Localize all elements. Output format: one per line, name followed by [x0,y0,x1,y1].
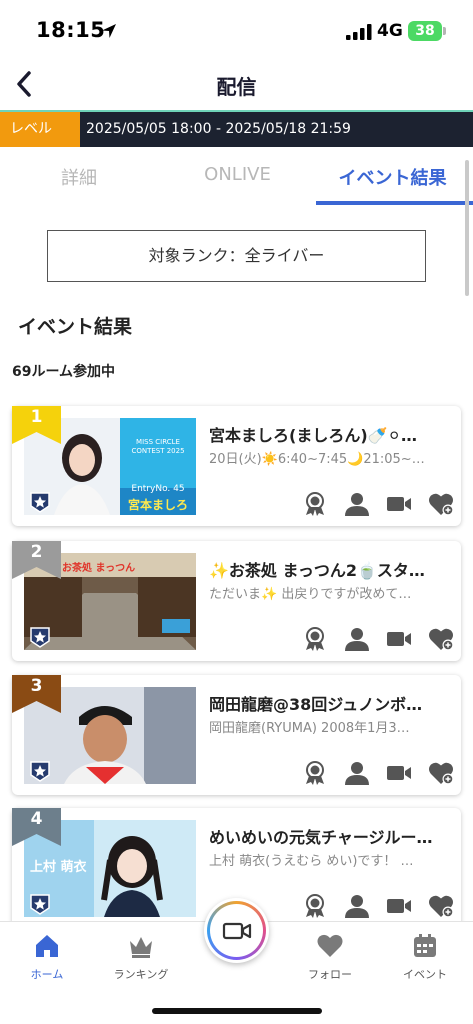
star-badge-icon [30,894,50,915]
crown-icon [130,937,152,958]
tab-event-label: イベント [403,968,447,981]
video-icon[interactable] [386,491,412,517]
video-icon[interactable] [386,893,412,919]
thumb-entry-no: EntryNo. 45 [131,484,185,494]
rank-badge: 2 [12,541,61,579]
calendar-icon [414,934,436,957]
card-actions [302,626,457,652]
tab-home[interactable]: ホーム [7,932,87,982]
video-icon[interactable] [386,760,412,786]
tab-detail[interactable]: 詳細 [34,164,124,190]
result-card[interactable]: 3 岡田龍磨@38回ジュノンボ… 岡田龍磨(RYUMA) 2008年1月3… [12,675,461,795]
rank-number: 3 [30,676,43,696]
card-actions [302,760,457,786]
room-title: めいめいの元気チャージルー… [209,828,433,847]
camera-icon [222,922,252,940]
rank-badge: 3 [12,675,61,713]
go-live-button[interactable] [204,898,269,963]
award-icon[interactable] [302,491,328,517]
network-type: 4G [377,21,403,41]
battery-icon: 38 [408,21,442,41]
app-header: 配信 [0,60,473,110]
star-badge-icon [30,492,50,513]
signal-icon [346,24,372,40]
room-description: 20日(火)☀️6:40~7:45🌙21:05~… [209,452,425,467]
active-tab-indicator [316,201,473,205]
star-badge-icon [30,627,50,648]
tab-event[interactable]: イベント [385,932,465,982]
rank-number: 4 [30,809,43,829]
profile-icon[interactable] [344,626,370,652]
room-description: 上村 萌衣(うえむら めい)です！ … [209,854,414,869]
page-title: 配信 [216,75,257,99]
thumb-caption: お茶処 まっつん [62,563,136,574]
participant-count: 69ルーム参加中 [12,364,116,380]
home-indicator [152,1008,322,1014]
rank-number: 1 [30,407,43,427]
level-label: レベル [0,112,80,147]
follow-heart-icon[interactable] [428,491,454,517]
rank-badge: 1 [12,406,61,444]
thumb-contest-text: MISS CIRCLE CONTEST 2025 [131,438,185,455]
home-icon [36,935,58,957]
result-card[interactable]: MISS CIRCLE CONTEST 2025 EntryNo. 45 宮本ま… [12,406,461,526]
go-live-inner [210,904,263,957]
rank-number: 2 [30,542,43,562]
follow-heart-icon[interactable] [428,760,454,786]
follow-heart-icon[interactable] [428,893,454,919]
status-time: 18:15 [36,18,106,42]
event-period-bar: レベル 2025/05/05 18:00 - 2025/05/18 21:59 [0,110,473,147]
rank-filter-select[interactable]: 対象ランク：全ライバー [47,230,426,282]
tab-follow-label: フォロー [308,968,352,981]
event-period: 2025/05/05 18:00 - 2025/05/18 21:59 [86,121,351,137]
star-badge-icon [30,761,50,782]
room-title: ✨お茶処 まっつん2🍵スタ… [209,561,425,580]
tab-ranking[interactable]: ランキング [101,932,181,982]
award-icon[interactable] [302,760,328,786]
status-bar: 18:15 4G 38 [0,0,473,60]
tab-follow[interactable]: フォロー [290,932,370,982]
tab-event-result[interactable]: イベント結果 [320,164,465,190]
award-icon[interactable] [302,626,328,652]
rank-badge: 4 [12,808,61,846]
battery-tip [443,27,446,35]
content-tabs: 詳細 ONLIVE イベント結果 [0,150,473,206]
room-title: 宮本ましろ(ましろん)🍼⚪… [209,426,417,445]
tab-ranking-label: ランキング [113,968,169,981]
heart-icon [317,934,343,957]
thumb-name: 上村 萌衣 [30,860,87,875]
card-actions [302,893,457,919]
tab-home-label: ホーム [30,968,64,981]
scrollbar[interactable] [465,160,469,296]
section-title: イベント結果 [18,316,133,338]
video-icon[interactable] [386,626,412,652]
room-title: 岡田龍磨@38回ジュノンボ… [209,695,423,714]
tab-onlive[interactable]: ONLIVE [190,164,285,185]
room-description: ただいま✨ 出戻りですが改めて… [209,587,412,602]
profile-icon[interactable] [344,893,370,919]
profile-icon[interactable] [344,760,370,786]
card-actions [302,491,457,517]
thumb-name: 宮本ましろ [127,498,188,512]
location-arrow-icon [102,24,116,38]
result-card[interactable]: お茶処 まっつん 2 ✨お茶処 まっつん2🍵スタ… ただいま✨ 出戻りですが改め… [12,541,461,661]
profile-icon[interactable] [344,491,370,517]
room-description: 岡田龍磨(RYUMA) 2008年1月3… [209,721,410,736]
award-icon[interactable] [302,893,328,919]
follow-heart-icon[interactable] [428,626,454,652]
